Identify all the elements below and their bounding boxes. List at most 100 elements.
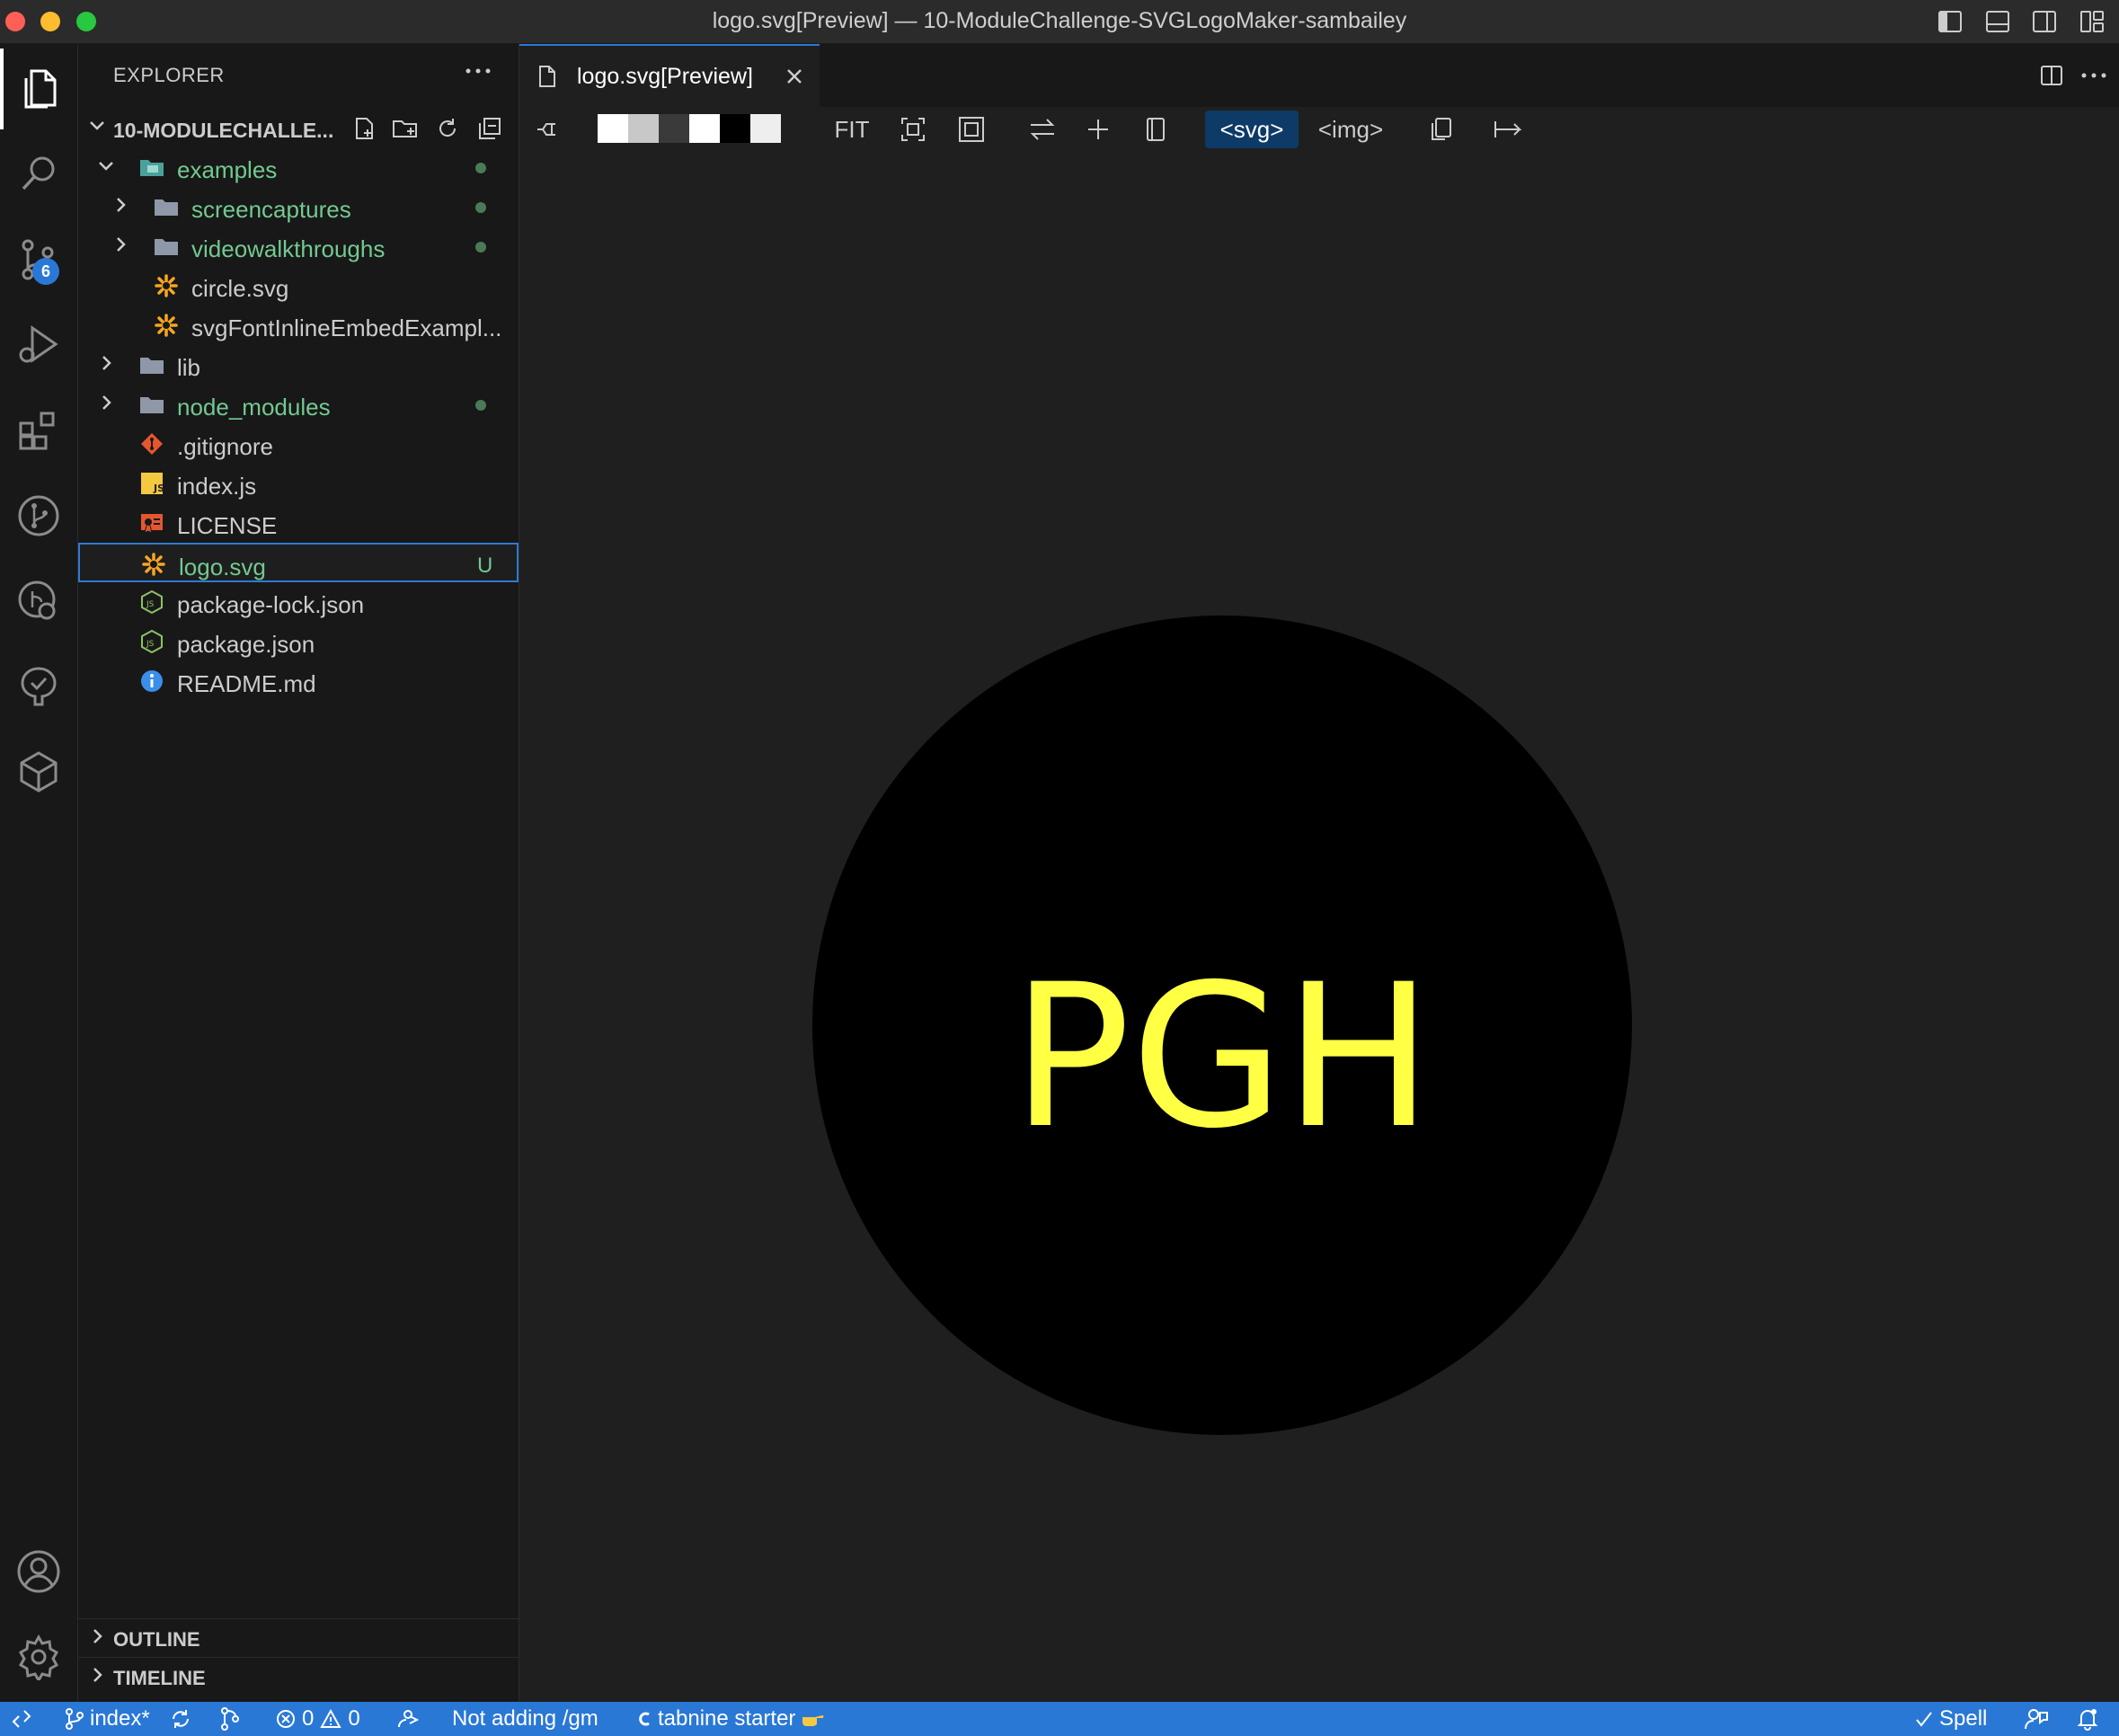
actual-size-icon[interactable] xyxy=(953,111,989,148)
new-folder-icon[interactable] xyxy=(391,114,420,143)
close-icon[interactable] xyxy=(784,66,805,92)
background-swatch[interactable] xyxy=(720,114,750,143)
toggle-panel-icon[interactable] xyxy=(1982,5,2014,38)
editor-tab-bar: logo.svg[Preview] xyxy=(519,44,2119,107)
git-status-badge: U xyxy=(477,554,493,578)
tree-item-screencaptures[interactable]: screencaptures xyxy=(78,187,519,226)
collapse-folders-icon[interactable] xyxy=(475,114,504,143)
git-modified-dot xyxy=(475,400,486,411)
tree-item-index-js[interactable]: JS index.js xyxy=(78,464,519,503)
new-file-icon[interactable] xyxy=(350,114,378,143)
tree-item-gitignore[interactable]: .gitignore xyxy=(78,424,519,464)
tabnine-label: tabnine starter xyxy=(658,1706,796,1731)
git-file-icon xyxy=(139,431,164,456)
export-arrow-icon[interactable] xyxy=(1485,111,1530,148)
tree-item-label: circle.svg xyxy=(191,275,289,302)
tab-label: logo.svg[Preview] xyxy=(577,64,753,89)
tree-item-license[interactable]: LICENSE xyxy=(78,503,519,543)
source-control-icon[interactable]: 6 xyxy=(0,218,77,299)
tree-item-logo-svg[interactable]: logo.svg U xyxy=(78,543,519,582)
manage-gear-icon[interactable] xyxy=(0,1616,77,1697)
tree-item-lib[interactable]: lib xyxy=(78,345,519,385)
timeline-section[interactable]: TIMELINE xyxy=(78,1657,519,1696)
sync-icon[interactable] xyxy=(169,1702,192,1736)
accounts-icon[interactable] xyxy=(0,1531,77,1612)
zoom-fit-icon[interactable] xyxy=(895,111,931,148)
pin-icon[interactable] xyxy=(528,111,564,148)
svg-preview-canvas: PGH xyxy=(519,153,2119,1702)
svg-text:JS: JS xyxy=(146,640,155,649)
tree-item-label: package.json xyxy=(177,631,315,658)
tree-item-circle-svg[interactable]: circle.svg xyxy=(78,266,519,306)
project-root-row[interactable]: 10-MODULECHALLE... xyxy=(78,110,519,147)
live-share-icon[interactable] xyxy=(395,1702,421,1736)
remote-indicator-icon[interactable] xyxy=(0,1702,43,1736)
spell-check-status[interactable]: Spell xyxy=(1914,1702,1987,1736)
background-swatch[interactable] xyxy=(689,114,720,143)
status-bar: index* 0 0 Not adding /gm tabnine starte… xyxy=(0,1702,2119,1736)
tree-item-svgfontinlineembedexampl[interactable]: svgFontInlineEmbedExampl... xyxy=(78,306,519,345)
background-swatch[interactable] xyxy=(659,114,689,143)
tab-logo-svg-preview[interactable]: logo.svg[Preview] xyxy=(519,44,820,107)
split-editor-icon[interactable] xyxy=(2036,60,2067,91)
tree-item-label: screencaptures xyxy=(191,196,351,223)
chevron-down-icon xyxy=(96,155,116,180)
branch-name: index* xyxy=(90,1706,150,1731)
problems-status[interactable]: 0 0 xyxy=(275,1702,360,1736)
search-icon[interactable] xyxy=(0,134,77,215)
editor-more-actions-icon[interactable] xyxy=(2079,60,2109,91)
notifications-bell-icon[interactable] xyxy=(2076,1702,2099,1736)
cube-extension-icon[interactable] xyxy=(0,731,77,812)
run-and-debug-icon[interactable] xyxy=(0,305,77,385)
folder-icon xyxy=(139,392,164,417)
outline-section[interactable]: OUTLINE xyxy=(78,1618,519,1657)
chevron-right-icon xyxy=(87,1665,107,1689)
tree-item-node-modules[interactable]: node_modules xyxy=(78,385,519,424)
customize-layout-icon[interactable] xyxy=(2076,5,2108,38)
spell-label: Spell xyxy=(1939,1706,1988,1731)
copy-icon[interactable] xyxy=(1421,111,1460,148)
background-swatches[interactable] xyxy=(598,114,781,143)
tree-item-package-json[interactable]: JS package.json xyxy=(78,622,519,661)
swap-icon[interactable] xyxy=(1023,111,1062,148)
toggle-secondary-sidebar-icon[interactable] xyxy=(2028,5,2061,38)
refresh-explorer-icon[interactable] xyxy=(433,114,462,143)
toggle-primary-sidebar-icon[interactable] xyxy=(1934,5,1966,38)
tree-item-readme-md[interactable]: README.md xyxy=(78,661,519,701)
chevron-down-icon xyxy=(87,115,107,139)
warning-icon xyxy=(320,1708,342,1728)
status-message[interactable]: Not adding /gm xyxy=(452,1702,598,1736)
document-icon[interactable] xyxy=(1138,111,1174,148)
git-graph-icon[interactable] xyxy=(0,475,77,556)
tree-item-label: .gitignore xyxy=(177,433,273,460)
activity-bar: 6 xyxy=(0,44,78,1702)
remote-explorer-icon[interactable] xyxy=(0,561,77,642)
svg-tag-button[interactable]: <svg> xyxy=(1205,111,1299,148)
file-icon xyxy=(537,65,557,93)
background-swatch[interactable] xyxy=(750,114,781,143)
tree-item-package-lock-json[interactable]: JS package-lock.json xyxy=(78,582,519,622)
svg-text:JS: JS xyxy=(146,600,155,609)
img-tag-button[interactable]: <img> xyxy=(1308,111,1394,148)
add-icon[interactable] xyxy=(1080,111,1116,148)
background-swatch[interactable] xyxy=(598,114,628,143)
git-graph-status-icon[interactable] xyxy=(219,1702,241,1736)
background-swatch[interactable] xyxy=(628,114,659,143)
folder-icon xyxy=(154,194,179,219)
outline-label: OUTLINE xyxy=(113,1628,200,1651)
extensions-icon[interactable] xyxy=(0,390,77,471)
fit-button[interactable]: FIT xyxy=(816,111,888,148)
branch-status[interactable]: index* xyxy=(65,1702,150,1736)
git-modified-dot xyxy=(475,242,486,252)
logo-text: PGH xyxy=(1012,942,1433,1172)
explorer-icon[interactable] xyxy=(0,49,77,129)
tree-item-label: index.js xyxy=(177,473,257,500)
explorer-sidebar: EXPLORER 10-MODULECHALLE... examples scre… xyxy=(78,44,519,1702)
feedback-icon[interactable] xyxy=(2024,1702,2049,1736)
tree-item-label: README.md xyxy=(177,670,316,697)
explorer-more-actions-icon[interactable] xyxy=(465,64,492,80)
tree-item-videowalkthroughs[interactable]: videowalkthroughs xyxy=(78,226,519,266)
tree-item-examples[interactable]: examples xyxy=(78,147,519,187)
testing-icon[interactable] xyxy=(0,646,77,727)
tabnine-status[interactable]: tabnine starter xyxy=(636,1702,826,1736)
